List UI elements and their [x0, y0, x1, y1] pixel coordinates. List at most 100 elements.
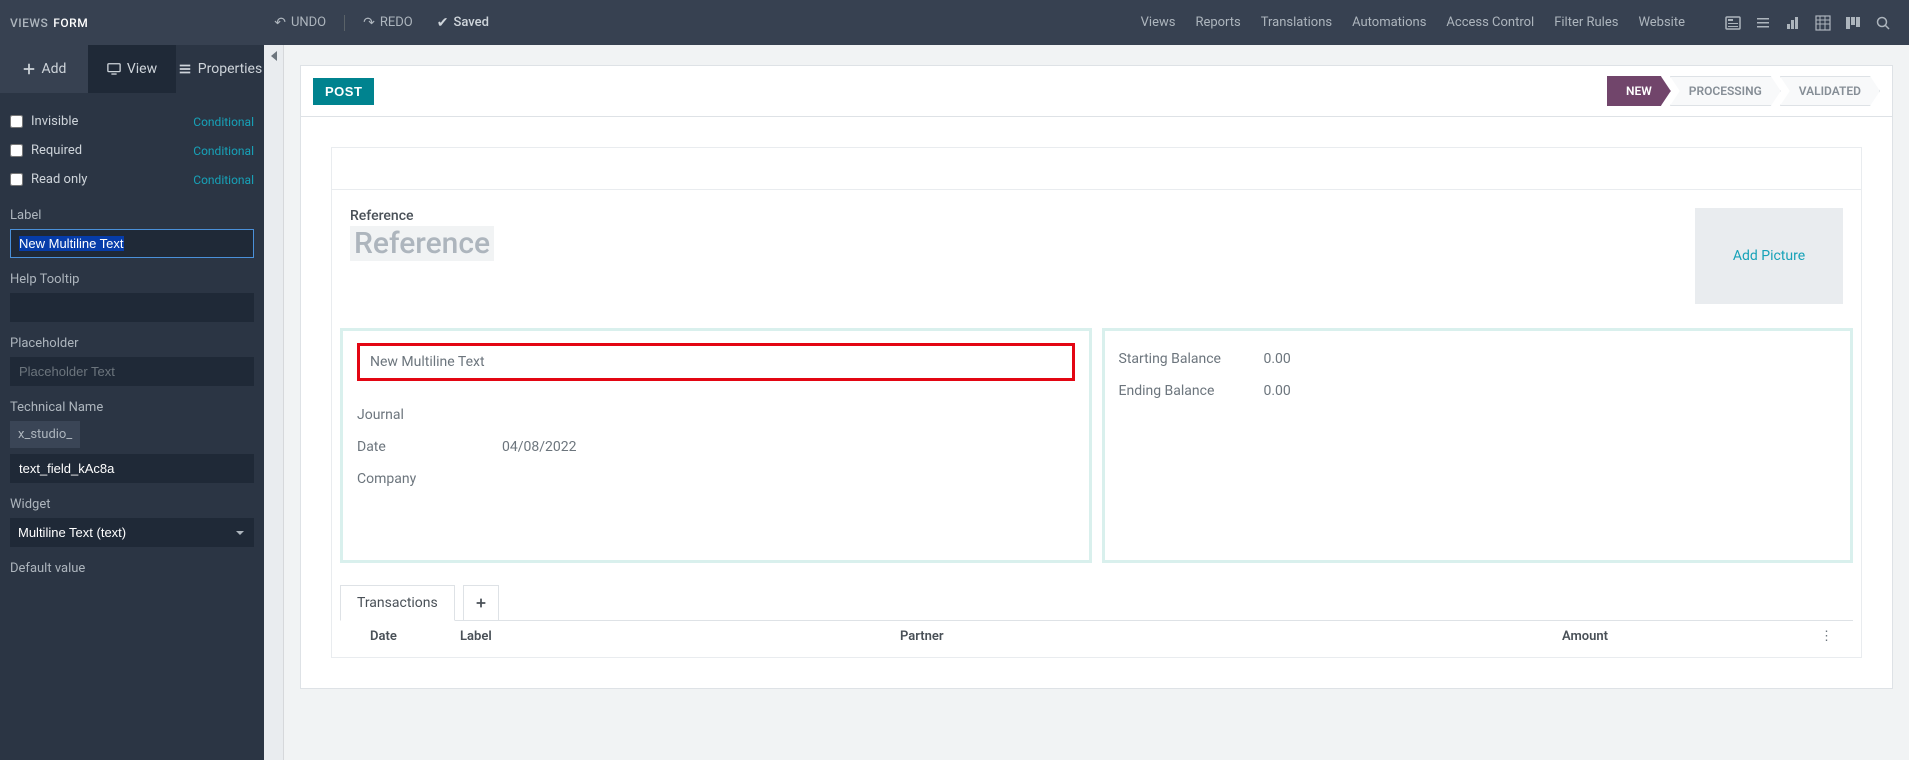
properties-panel: Invisible Conditional Required Condition… [0, 93, 264, 760]
pivot-view-icon[interactable] [1815, 15, 1831, 31]
date-row: Date 04/08/2022 [357, 431, 1075, 463]
chart-view-icon[interactable] [1785, 15, 1801, 31]
col-label: Label [460, 629, 900, 644]
readonly-checkbox[interactable]: Read only [10, 172, 87, 187]
starting-balance-label: Starting Balance [1119, 351, 1264, 367]
properties-icon [178, 62, 192, 76]
new-field-label: New Multiline Text [370, 354, 485, 370]
kanban-view-icon[interactable] [1845, 15, 1861, 31]
status-processing[interactable]: PROCESSING [1670, 76, 1781, 106]
sidebar-collapse-gutter[interactable] [264, 45, 284, 760]
add-tab-button[interactable] [463, 585, 499, 621]
sheet-inner: Reference Reference Add Picture New Mult… [331, 147, 1862, 658]
widget-field-label: Widget [10, 497, 254, 512]
redo-label: REDO [380, 15, 413, 30]
help-tooltip-input[interactable] [10, 293, 254, 322]
separator [344, 15, 345, 31]
tab-transactions[interactable]: Transactions [340, 585, 455, 621]
right-field-group: Starting Balance 0.00 Ending Balance 0.0… [1102, 328, 1854, 563]
status-new[interactable]: NEW [1607, 76, 1671, 106]
reference-label: Reference [350, 208, 1675, 224]
breadcrumb: VIEWS FORM [10, 16, 88, 30]
plus-icon [22, 62, 36, 76]
tab-add-label: Add [42, 61, 67, 77]
tab-properties-label: Properties [198, 61, 262, 77]
prop-invisible-row: Invisible Conditional [10, 107, 254, 136]
nav-access-control[interactable]: Access Control [1446, 15, 1534, 30]
redo-icon: ↷ [363, 15, 375, 31]
date-value[interactable]: 04/08/2022 [502, 439, 577, 455]
required-checkbox[interactable]: Required [10, 143, 82, 158]
plus-icon [474, 596, 488, 610]
placeholder-field-label: Placeholder [10, 336, 254, 351]
technical-name-prefix: x_studio_ [10, 421, 80, 448]
nav-reports[interactable]: Reports [1195, 15, 1240, 30]
label-field-label: Label [10, 208, 254, 223]
label-input[interactable] [10, 229, 254, 258]
widget-select[interactable]: Multiline Text (text) [10, 518, 254, 547]
starting-balance-value[interactable]: 0.00 [1264, 351, 1291, 367]
field-groups: New Multiline Text Journal Date 04/08/20… [332, 328, 1861, 571]
collapse-icon [271, 51, 277, 61]
breadcrumb-form: FORM [53, 16, 88, 30]
readonly-checkbox-input[interactable] [10, 173, 23, 186]
undo-button[interactable]: ↶ UNDO [268, 11, 332, 35]
main: Add View Properties Invisible Conditiona… [0, 45, 1909, 760]
saved-label: Saved [453, 15, 488, 30]
view-mode-icons [1705, 15, 1899, 31]
left-field-group: New Multiline Text Journal Date 04/08/20… [340, 328, 1092, 563]
required-checkbox-input[interactable] [10, 144, 23, 157]
status-validated[interactable]: VALIDATED [1780, 76, 1880, 106]
col-amount: Amount [1562, 629, 1608, 644]
redo-button[interactable]: ↷ REDO [357, 11, 419, 35]
default-value-label: Default value [10, 561, 254, 576]
ending-balance-value[interactable]: 0.00 [1264, 383, 1291, 399]
col-date: Date [370, 629, 460, 644]
col-partner: Partner [900, 629, 1370, 644]
highlighted-new-field[interactable]: New Multiline Text [357, 343, 1075, 381]
nav-website[interactable]: Website [1638, 15, 1685, 30]
help-tooltip-label: Help Tooltip [10, 272, 254, 287]
invisible-conditional-link[interactable]: Conditional [193, 115, 254, 129]
nav-automations[interactable]: Automations [1352, 15, 1426, 30]
nav-translations[interactable]: Translations [1261, 15, 1332, 30]
tab-view-label: View [127, 61, 157, 77]
nav-views[interactable]: Views [1141, 15, 1176, 30]
reference-input[interactable]: Reference [350, 226, 494, 261]
widget-select-wrap: Multiline Text (text) [10, 518, 254, 547]
prop-readonly-row: Read only Conditional [10, 165, 254, 194]
tab-view[interactable]: View [88, 45, 176, 93]
sidebar: Add View Properties Invisible Conditiona… [0, 45, 264, 760]
technical-name-label: Technical Name [10, 400, 254, 415]
technical-name-input[interactable] [10, 454, 254, 483]
required-conditional-link[interactable]: Conditional [193, 144, 254, 158]
sidebar-tabs: Add View Properties [0, 45, 264, 93]
date-label: Date [357, 439, 502, 455]
tab-properties[interactable]: Properties [176, 45, 264, 93]
breadcrumb-views[interactable]: VIEWS [10, 16, 48, 30]
topbar-nav: Views Reports Translations Automations A… [1141, 15, 1899, 31]
invisible-checkbox-input[interactable] [10, 115, 23, 128]
saved-indicator: ✔ Saved [431, 11, 495, 35]
tab-add[interactable]: Add [0, 45, 88, 93]
title-area: Reference Reference [350, 208, 1675, 304]
topbar: VIEWS FORM ↶ UNDO ↷ REDO ✔ Saved Views R… [0, 0, 1909, 45]
transactions-table-header: Date Label Partner Amount ⋮ [340, 620, 1853, 652]
undo-icon: ↶ [274, 15, 286, 31]
prop-required-row: Required Conditional [10, 136, 254, 165]
placeholder-input[interactable] [10, 357, 254, 386]
readonly-conditional-link[interactable]: Conditional [193, 173, 254, 187]
starting-balance-row: Starting Balance 0.00 [1119, 343, 1837, 375]
form-view-icon[interactable] [1725, 15, 1741, 31]
invisible-label: Invisible [31, 114, 78, 129]
search-icon[interactable] [1875, 15, 1891, 31]
invisible-checkbox[interactable]: Invisible [10, 114, 78, 129]
statusbar: NEW PROCESSING VALIDATED [1608, 76, 1880, 106]
nav-filter-rules[interactable]: Filter Rules [1554, 15, 1618, 30]
sheet-head: Reference Reference Add Picture [332, 190, 1861, 328]
table-options-icon[interactable]: ⋮ [1800, 629, 1833, 644]
list-view-icon[interactable] [1755, 15, 1771, 31]
post-button[interactable]: POST [313, 78, 374, 105]
add-picture-button[interactable]: Add Picture [1695, 208, 1843, 304]
undo-label: UNDO [291, 15, 326, 30]
